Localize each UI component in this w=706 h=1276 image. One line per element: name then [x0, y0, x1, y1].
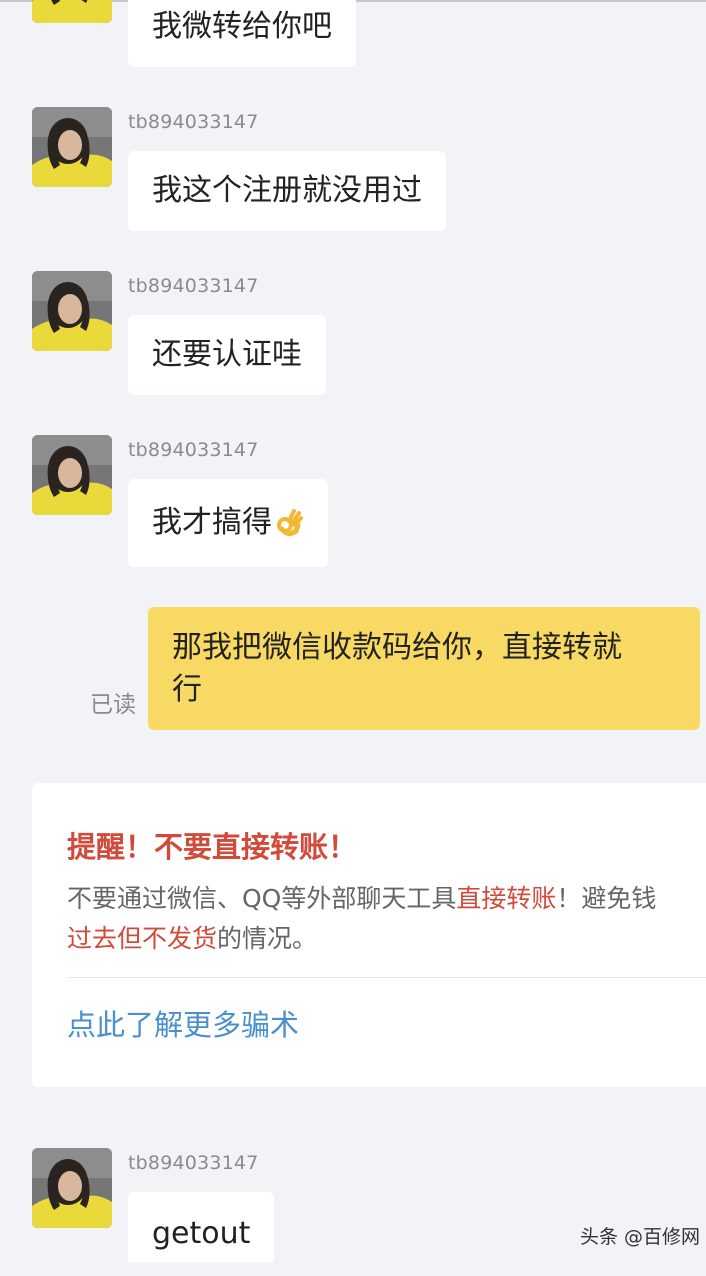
message-text-line: 行 — [172, 672, 202, 707]
message-text: 还要认证哇 — [152, 337, 302, 372]
avatar[interactable] — [32, 435, 112, 515]
avatar-photo — [32, 0, 112, 23]
warning-text: 不要通过微信、QQ等外部聊天工具直接转账！避免钱 过去但不发货的情况。 — [67, 879, 706, 959]
message-text: 我微转给你吧 — [152, 9, 332, 44]
warning-text-part: ！避免钱 — [556, 884, 657, 913]
warning-text-highlight: 过去但不发货 — [67, 924, 218, 953]
message-text: 我才搞得 — [152, 505, 272, 540]
ok-hand-emoji-icon — [277, 509, 303, 537]
divider — [67, 977, 706, 978]
warning-title: 提醒！不要直接转账！ — [67, 830, 358, 864]
avatar-photo — [32, 435, 112, 515]
message-text: getout — [152, 1216, 251, 1251]
watermark: 头条 @百修网 — [580, 1226, 701, 1248]
learn-more-link[interactable]: 点此了解更多骗术 — [67, 1005, 299, 1045]
warning-card: 提醒！不要直接转账！ 不要通过微信、QQ等外部聊天工具直接转账！避免钱 过去但不… — [32, 783, 706, 1087]
message-text: 我这个注册就没用过 — [152, 173, 422, 208]
avatar[interactable] — [32, 1148, 112, 1228]
avatar-photo — [32, 107, 112, 187]
avatar[interactable] — [32, 107, 112, 187]
avatar-photo — [32, 1148, 112, 1228]
warning-text-part: 不要通过微信、QQ等外部聊天工具 — [67, 884, 457, 913]
sender-username: tb894033147 — [128, 439, 259, 461]
message-bubble[interactable]: getout — [128, 1192, 275, 1262]
message-bubble[interactable]: 我这个注册就没用过 — [128, 151, 446, 231]
sender-username: tb894033147 — [128, 1152, 259, 1174]
my-message-bubble[interactable]: 那我把微信收款码给你，直接转就 行 — [148, 607, 700, 730]
message-bubble[interactable]: 还要认证哇 — [128, 315, 326, 395]
avatar-photo — [32, 271, 112, 351]
sender-username: tb894033147 — [128, 275, 259, 297]
message-text-line: 那我把微信收款码给你，直接转就 — [172, 630, 622, 665]
warning-text-part: 的情况。 — [217, 924, 318, 953]
sender-username: tb894033147 — [128, 111, 259, 133]
read-status: 已读 — [90, 692, 136, 718]
avatar[interactable] — [32, 271, 112, 351]
avatar[interactable] — [32, 0, 112, 23]
warning-text-highlight: 直接转账 — [456, 884, 557, 913]
message-bubble[interactable]: 我才搞得 — [128, 479, 328, 567]
message-bubble[interactable]: 我微转给你吧 — [128, 0, 356, 67]
